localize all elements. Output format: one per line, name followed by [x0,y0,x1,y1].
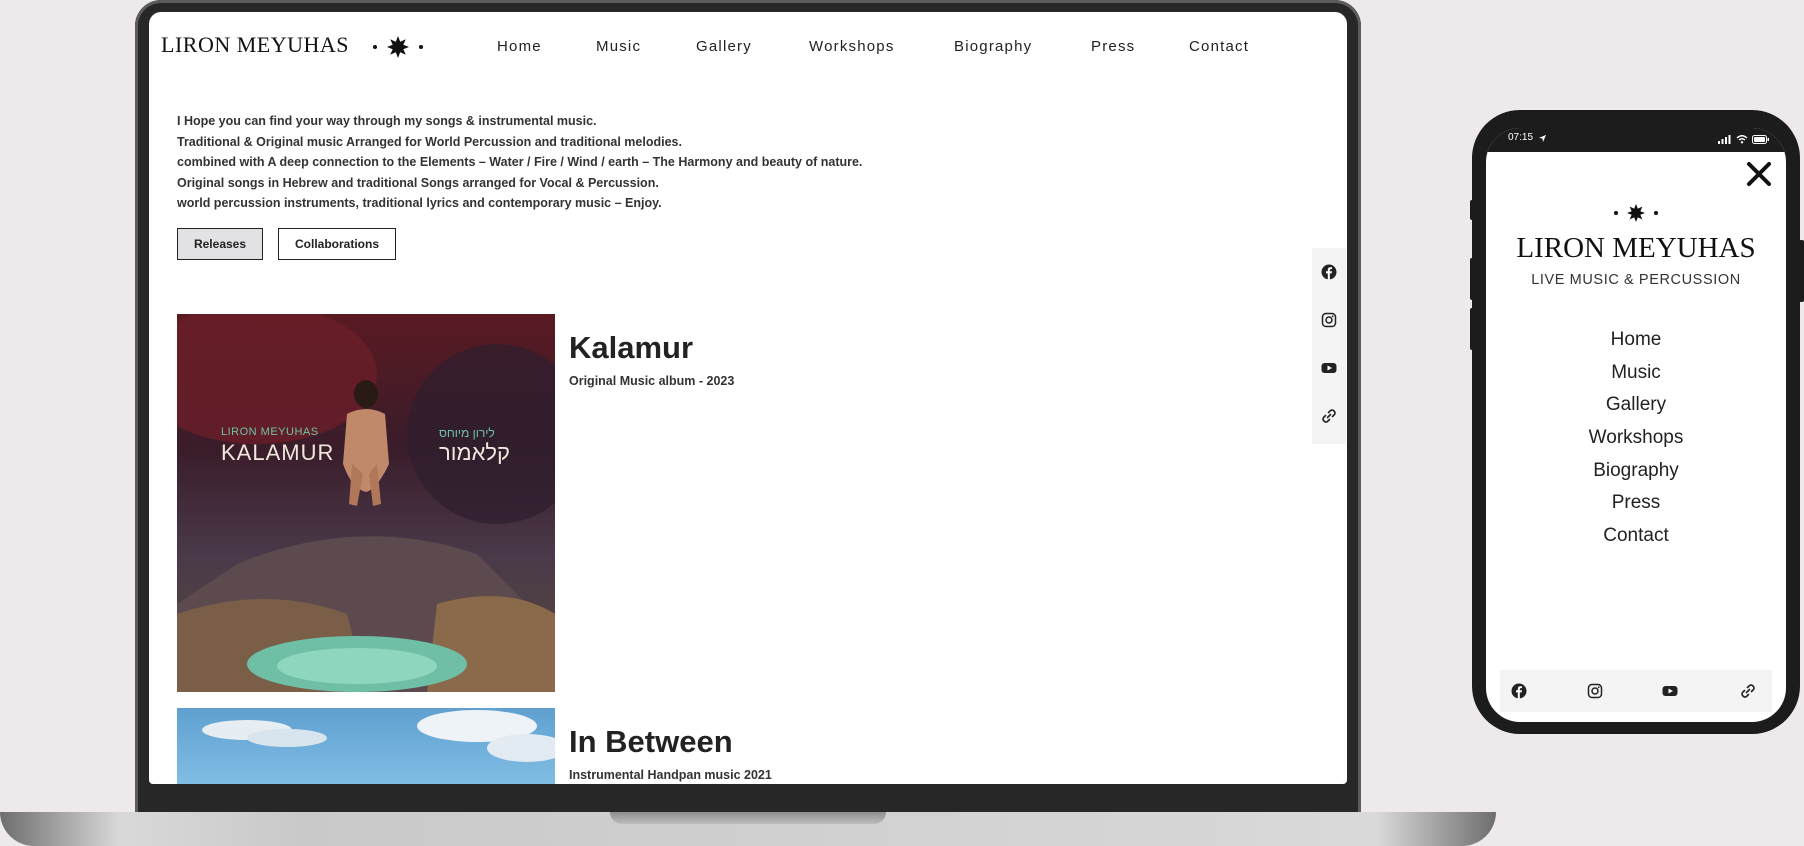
wifi-icon [1736,135,1748,144]
dot-icon [373,45,377,49]
mobile-nav-press[interactable]: Press [1486,487,1786,520]
intro-line: world percussion instruments, traditiona… [177,196,662,210]
nav-gallery[interactable]: Gallery [696,38,752,55]
youtube-icon[interactable] [1321,360,1337,376]
mobile-nav: Home Music Gallery Workshops Biography P… [1486,324,1786,553]
nav-workshops[interactable]: Workshops [809,38,895,55]
releases-filter-button[interactable]: Releases [177,228,263,260]
mobile-nav-music[interactable]: Music [1486,357,1786,390]
collaborations-filter-button[interactable]: Collaborations [278,228,396,260]
status-time: 07:15 [1508,132,1534,143]
cover-hebrew-artist: לירון מיוחס [439,426,495,440]
youtube-icon[interactable] [1662,683,1678,699]
dot-icon [1614,211,1618,215]
intro-text: I Hope you can find your way through my … [177,111,862,214]
dot-icon [419,45,423,49]
battery-icon [1752,135,1769,144]
close-icon[interactable] [1745,160,1773,188]
location-arrow-icon [1538,134,1547,143]
phone-side-button [1799,240,1804,302]
site-logo[interactable]: LIRON MEYUHAS [161,32,349,58]
dot-icon [1654,211,1658,215]
in-between-cover-art [177,708,555,784]
link-icon[interactable] [1321,408,1337,424]
cover-album-title: KALAMUR [221,440,335,465]
kalamur-album-cover[interactable]: LIRON MEYUHAS KALAMUR לירון מיוחס קלאמור [177,314,555,692]
sun-icon [1627,204,1645,222]
intro-line: Original songs in Hebrew and traditional… [177,175,659,190]
mobile-nav-workshops[interactable]: Workshops [1486,422,1786,455]
instagram-icon[interactable] [1587,683,1603,699]
mobile-tagline: LIVE MUSIC & PERCUSSION [1531,272,1741,288]
nav-music[interactable]: Music [596,38,641,55]
social-sidebar [1312,248,1346,444]
link-icon[interactable] [1740,683,1756,699]
nav-press[interactable]: Press [1091,38,1135,55]
cover-hebrew-title: קלאמור [439,440,511,465]
phone-side-button [1470,308,1475,350]
phone-side-button [1470,200,1475,220]
mobile-nav-home[interactable]: Home [1486,324,1786,357]
instagram-icon[interactable] [1321,312,1337,328]
mobile-menu-screen: 07:15 LIRON MEYUHAS LIVE MUSIC & PERCUSS… [1486,128,1786,722]
sun-icon [387,36,409,58]
mobile-nav-biography[interactable]: Biography [1486,455,1786,488]
album-subtitle: Instrumental Handpan music 2021 [569,768,772,782]
nav-biography[interactable]: Biography [954,38,1032,55]
kalamur-cover-art [177,314,555,692]
album-subtitle: Original Music album - 2023 [569,374,735,388]
intro-line: Traditional & Original music Arranged fo… [177,134,682,149]
status-bar: 07:15 [1486,128,1786,152]
mobile-social-bar [1500,670,1772,712]
mobile-site-logo[interactable]: LIRON MEYUHAS [1486,232,1786,265]
desktop-website: LIRON MEYUHAS Home Music Gallery Worksho… [149,12,1347,784]
intro-line: combined with A deep connection to the E… [177,155,863,169]
mobile-nav-gallery[interactable]: Gallery [1486,389,1786,422]
nav-contact[interactable]: Contact [1189,38,1249,55]
in-between-album-cover[interactable] [177,708,555,784]
facebook-icon[interactable] [1511,683,1527,699]
sun-logo-mark [373,36,423,58]
sun-logo-mark [1486,204,1786,222]
cover-artist-name: LIRON MEYUHAS [221,426,319,438]
phone-side-button [1470,258,1475,300]
album-title[interactable]: Kalamur [569,330,693,366]
mobile-nav-contact[interactable]: Contact [1486,520,1786,553]
nav-home[interactable]: Home [497,38,542,55]
laptop-hinge-notch [610,812,886,824]
intro-line: I Hope you can find your way through my … [177,114,597,128]
album-title[interactable]: In Between [569,724,733,760]
facebook-icon[interactable] [1321,264,1337,280]
signal-icon [1718,135,1731,144]
phone-notch [1568,128,1704,150]
